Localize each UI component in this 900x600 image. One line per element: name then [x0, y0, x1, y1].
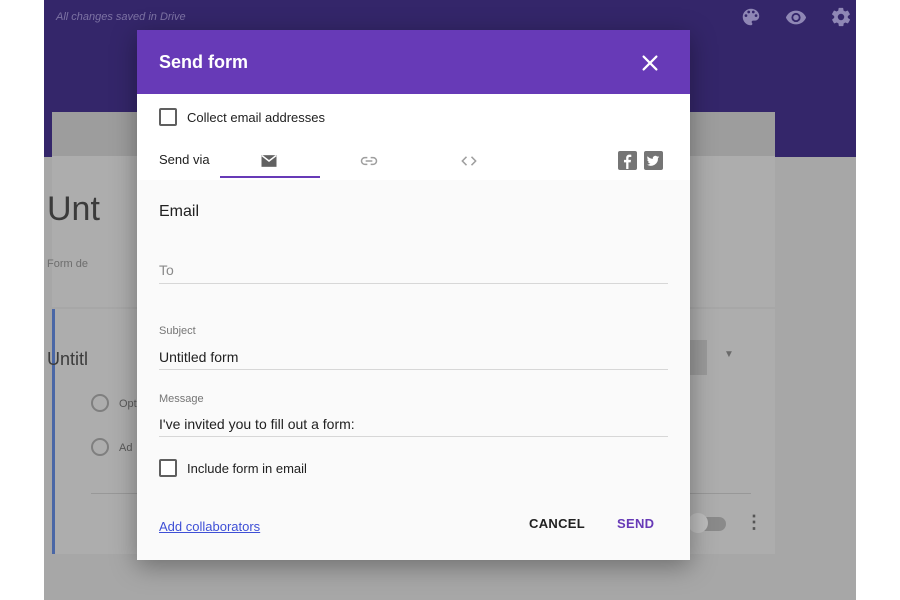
question-title: Untitl — [47, 349, 89, 369]
option-label: Opt — [119, 398, 137, 410]
required-toggle-knob — [688, 513, 708, 533]
dropdown-caret-icon: ▼ — [724, 349, 734, 360]
dialog-title: Send form — [159, 52, 249, 72]
send-via-label: Send via — [159, 152, 210, 167]
twitter-icon — [646, 155, 660, 166]
email-section-heading: Email — [159, 203, 200, 220]
add-collaborators-link[interactable]: Add collaborators — [159, 519, 260, 534]
link-icon — [360, 156, 378, 166]
close-button[interactable] — [639, 52, 661, 74]
message-field-underline — [159, 436, 668, 437]
collect-email-checkbox[interactable] — [159, 108, 177, 126]
tab-email[interactable] — [220, 143, 318, 178]
eye-icon[interactable] — [785, 6, 807, 28]
message-field[interactable]: I've invited you to fill out a form: — [159, 416, 355, 432]
envelope-icon — [261, 154, 277, 167]
option-radio — [91, 394, 109, 412]
send-form-dialog: Send form Collect email addresses Send v… — [137, 30, 690, 560]
selected-tab-indicator — [220, 176, 320, 178]
twitter-share-button[interactable] — [644, 151, 663, 170]
save-status: All changes saved in Drive — [56, 11, 186, 23]
include-form-label: Include form in email — [187, 461, 307, 476]
facebook-icon — [623, 154, 632, 170]
message-label: Message — [159, 393, 204, 405]
form-description: Form de — [47, 258, 88, 270]
tab-embed[interactable] — [420, 143, 518, 178]
tab-link[interactable] — [320, 143, 418, 178]
send-button[interactable]: SEND — [617, 516, 654, 531]
embed-code-icon — [461, 156, 477, 166]
gear-icon[interactable] — [830, 6, 852, 28]
more-vert-icon: ⋮ — [745, 512, 763, 532]
subject-field-underline — [159, 369, 668, 370]
close-icon — [642, 55, 658, 71]
to-field-underline — [159, 283, 668, 284]
palette-icon[interactable] — [740, 6, 762, 28]
collect-email-label: Collect email addresses — [187, 110, 326, 125]
dialog-header: Send form — [137, 30, 690, 94]
subject-field[interactable]: Untitled form — [159, 349, 238, 365]
subject-label: Subject — [159, 325, 196, 337]
add-option-label: Ad — [119, 442, 133, 454]
include-form-checkbox[interactable] — [159, 459, 177, 477]
add-option-radio — [91, 438, 109, 456]
cancel-button[interactable]: CANCEL — [529, 516, 585, 531]
to-field[interactable]: To — [159, 262, 174, 278]
form-title: Unt — [47, 190, 100, 228]
facebook-share-button[interactable] — [618, 151, 637, 170]
